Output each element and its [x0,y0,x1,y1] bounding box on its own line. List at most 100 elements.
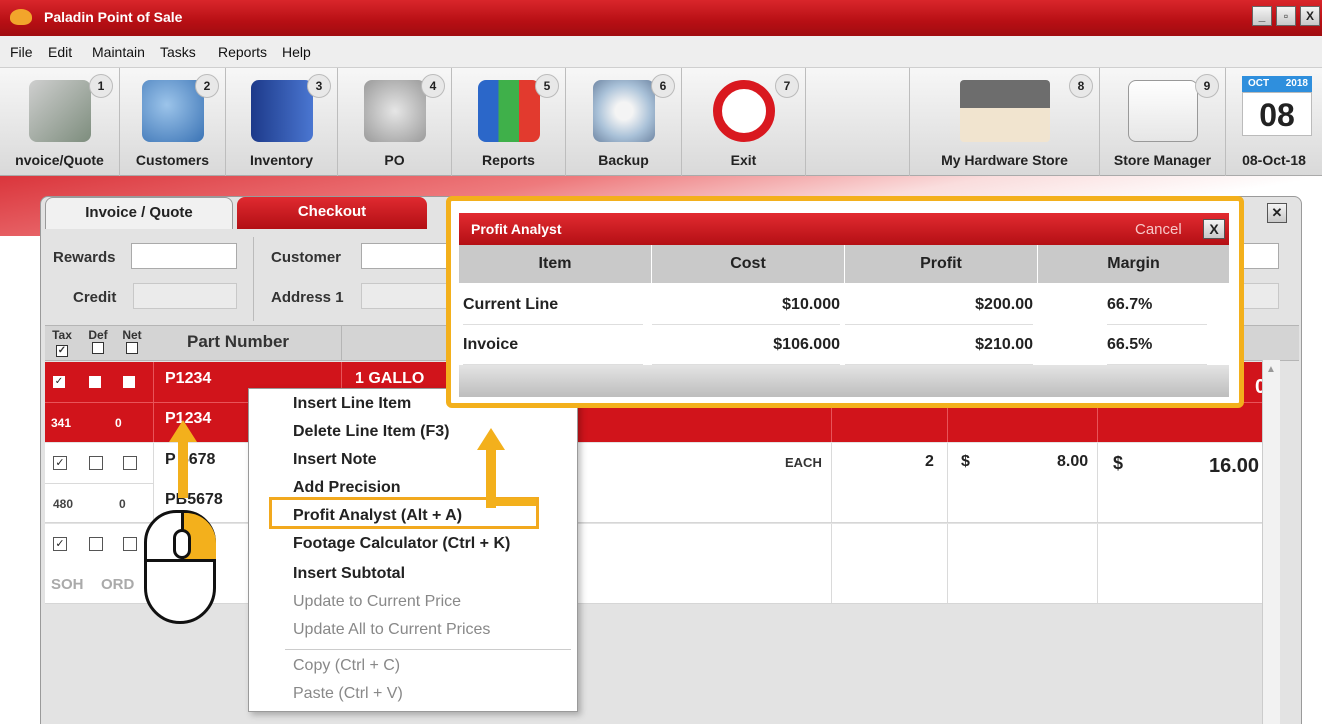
menu-item-copy[interactable]: Copy (Ctrl + C) [293,657,400,675]
header-divider [341,326,342,360]
net-column-header[interactable]: Net [119,328,145,357]
shortcut-badge: 9 [1195,74,1219,98]
credit-label: Credit [73,289,117,306]
menu-item-delete-line-item[interactable]: Delete Line Item (F3) [293,423,449,441]
toolbar-label: PO [384,152,405,168]
row-def-checkbox[interactable] [89,537,103,551]
menu-reports[interactable]: Reports [218,44,267,60]
row-invoice-cost: $106.000 [652,325,840,365]
calendar-widget[interactable]: OCT 2018 08 08-Oct-18 [1226,68,1322,176]
customer-field[interactable] [361,243,451,269]
menu-file[interactable]: File [10,44,33,60]
row-total-currency: $ [1113,453,1124,473]
row-net-checkbox[interactable] [123,376,135,388]
toolbar-backup-button[interactable]: 6 Backup [566,68,682,176]
part-number-header[interactable]: Part Number [187,332,289,352]
menu-item-update-all-prices[interactable]: Update All to Current Prices [293,621,490,639]
rewards-field[interactable] [131,243,237,269]
minimize-button[interactable]: _ [1252,6,1272,26]
form-divider [253,237,254,321]
net-all-checkbox[interactable] [126,342,138,354]
def-all-checkbox[interactable] [92,342,104,354]
row-net-checkbox[interactable] [123,456,137,470]
secure-badge-icon [1127,80,1198,142]
book-tools-icon [250,80,313,142]
row-tax-checkbox[interactable]: ✓ [53,376,65,388]
menu-item-footage-calculator[interactable]: Footage Calculator (Ctrl + K) [293,535,510,553]
row-current-line-profit: $200.00 [845,285,1033,325]
tax-column-header[interactable]: Tax ✓ [49,328,75,357]
toolbar-label: My Hardware Store [941,152,1068,168]
close-icon[interactable]: X [1203,219,1225,239]
table-row[interactable]: ✓ SOH ORD [45,524,1279,604]
row-def-checkbox[interactable] [89,376,101,388]
row-def-checkbox[interactable] [89,456,103,470]
toolbar-po-button[interactable]: 4 PO [338,68,452,176]
row-part-number: P1234 [165,370,212,387]
close-panel-icon[interactable]: ✕ [1267,203,1287,223]
menu-item-profit-analyst[interactable]: Profit Analyst (Alt + A) [293,507,462,525]
menu-tasks[interactable]: Tasks [160,44,196,60]
menu-edit[interactable]: Edit [48,44,72,60]
scroll-up-icon[interactable]: ▲ [1266,364,1276,375]
row-current-line-item: Current Line [463,285,643,325]
house-icon [959,80,1050,142]
toolbar-exit-button[interactable]: 7 Exit [682,68,806,176]
toolbar-customers-button[interactable]: 2 Customers [120,68,226,176]
menu-help[interactable]: Help [282,44,311,60]
toolbar-label: Backup [598,152,649,168]
row-part-number-secondary: PB5678 [165,491,223,508]
toolbar-my-hardware-store-button[interactable]: 8 My Hardware Store [910,68,1100,176]
row-net-checkbox[interactable] [123,537,137,551]
toolbar-reports-button[interactable]: 5 Reports [452,68,566,176]
toolbar-store-manager-button[interactable]: 9 Store Manager [1100,68,1226,176]
calendar-year: 2018 [1285,78,1308,89]
row-description: 1 GALLO [355,370,425,387]
people-icon [141,80,204,142]
window-title: Paladin Point of Sale [44,9,183,25]
restore-button[interactable]: ▫ [1276,6,1296,26]
toolbar: 1 nvoice/Quote 2 Customers 3 Inventory 4… [0,68,1322,176]
right-field-top[interactable] [1241,243,1279,269]
tax-all-checkbox[interactable]: ✓ [56,345,68,357]
arrow-connector [486,498,536,506]
toolbar-label: nvoice/Quote [15,152,104,168]
row-tax-checkbox[interactable]: ✓ [53,537,67,551]
table-row[interactable]: ✓ P 5678 EACH 2 $ 8.00 $ 16.00 480 0 PB5… [45,443,1279,523]
column-header-profit: Profit [845,245,1038,283]
mouse-icon [144,510,216,624]
menu-item-add-precision[interactable]: Add Precision [293,479,401,497]
disc-drive-icon [592,80,655,142]
col-divider [947,524,948,603]
menu-bar: File Edit Maintain Tasks Reports Help [0,36,1322,68]
arrow-up-icon [169,420,197,442]
row-tax-checkbox[interactable]: ✓ [53,456,67,470]
cancel-button[interactable]: Cancel [1135,221,1182,238]
row-ord: 0 [115,416,122,430]
col-divider [1097,443,1098,522]
menu-item-insert-note[interactable]: Insert Note [293,451,377,469]
credit-field [133,283,237,309]
column-header-cost: Cost [652,245,845,283]
row-invoice-margin: 66.5% [1107,325,1207,365]
tab-invoice-quote[interactable]: Invoice / Quote [45,197,233,229]
toolbar-invoice-quote-button[interactable]: 1 nvoice/Quote [0,68,120,176]
tab-checkout[interactable]: Checkout [237,197,427,229]
close-window-button[interactable]: X [1300,6,1320,26]
row-soh-label: SOH [51,576,84,593]
menu-item-update-current-price[interactable]: Update to Current Price [293,593,461,611]
calendar-month: OCT [1248,78,1270,89]
menu-item-insert-line-item[interactable]: Insert Line Item [293,395,411,413]
shortcut-badge: 4 [421,74,445,98]
profit-analyst-dialog: Profit Analyst Cancel X Item Cost Profit… [446,196,1244,408]
menu-maintain[interactable]: Maintain [92,44,145,60]
menu-item-paste[interactable]: Paste (Ctrl + V) [293,685,403,703]
shortcut-badge: 8 [1069,74,1093,98]
menu-item-insert-subtotal[interactable]: Insert Subtotal [293,565,405,583]
vertical-scrollbar[interactable]: ▲ [1262,360,1280,724]
row-part-number: P 5678 [165,451,216,468]
toolbar-label: Customers [135,152,210,168]
row-unit: EACH [785,455,822,470]
toolbar-inventory-button[interactable]: 3 Inventory [226,68,338,176]
def-column-header[interactable]: Def [85,328,111,357]
